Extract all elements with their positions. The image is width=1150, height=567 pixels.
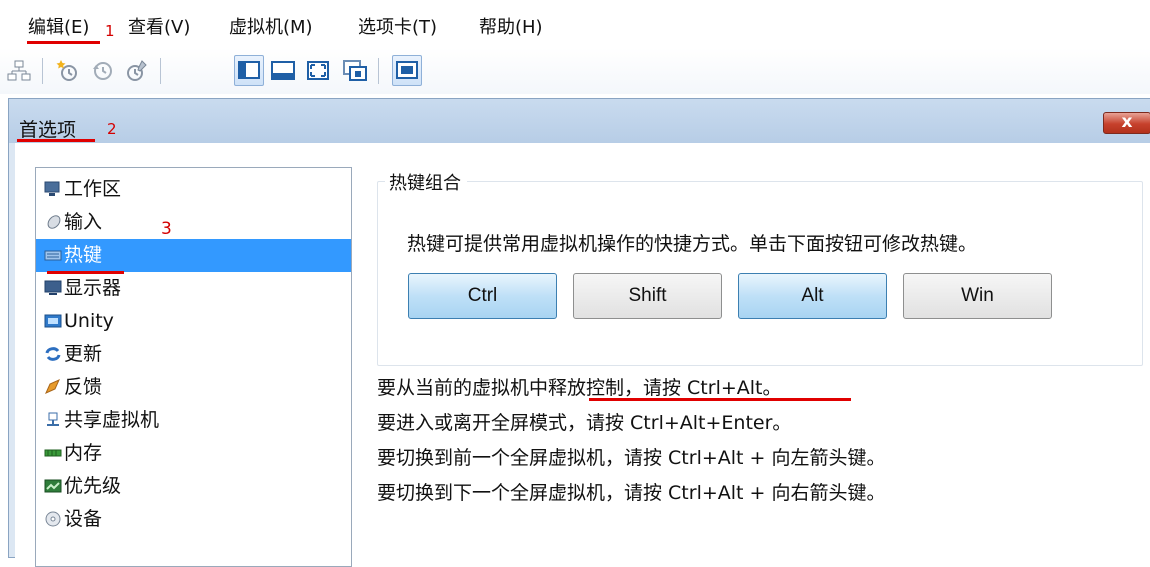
update-icon <box>45 347 61 361</box>
fit-window-icon[interactable] <box>305 58 331 84</box>
sidebar-item-hotkeys[interactable]: 热键 <box>36 239 351 272</box>
sidebar-item-label: 更新 <box>64 343 103 365</box>
menu-bar: 编辑(E) 1 查看(V) 虚拟机(M) 选项卡(T) 帮助(H) <box>0 0 1150 48</box>
mouse-icon <box>47 215 61 229</box>
device-icon <box>45 511 61 527</box>
feedback-icon <box>45 379 60 394</box>
sidebar-item-label: 内存 <box>64 442 103 464</box>
sidebar-item-label: 反馈 <box>64 376 103 398</box>
sidebar-item-priority[interactable]: 优先级 <box>36 470 351 503</box>
thumbnail-view-icon <box>396 61 418 79</box>
network-icon[interactable] <box>6 58 32 84</box>
sidebar-item-memory[interactable]: 内存 <box>36 437 351 470</box>
sidebar-item-input[interactable]: 输入 <box>36 206 351 239</box>
menu-vm[interactable]: 虚拟机(M) <box>229 17 313 39</box>
snapshot-icon[interactable] <box>55 58 81 84</box>
hotkey-win-button[interactable]: Win <box>903 273 1052 319</box>
sidebar-item-label: 设备 <box>64 508 103 530</box>
annotation-3: 3 <box>161 219 172 239</box>
red-underline <box>47 271 124 274</box>
red-underline <box>17 139 95 142</box>
preferences-dialog: 首选项 2 x 工作区 输入 热键 显示器 Unity 更新 反馈 共享虚拟机 … <box>8 98 1150 567</box>
keyboard-icon <box>44 250 62 261</box>
unity-icon <box>44 314 62 328</box>
menu-view[interactable]: 查看(V) <box>128 17 190 39</box>
sidebar-item-devices[interactable]: 设备 <box>36 503 351 536</box>
menu-help[interactable]: 帮助(H) <box>479 17 543 39</box>
toolbar-separator <box>42 58 43 84</box>
menu-tabs[interactable]: 选项卡(T) <box>358 17 437 39</box>
dialog-content: 工作区 输入 热键 显示器 Unity 更新 反馈 共享虚拟机 内存 优先级 设… <box>15 143 1150 567</box>
sidebar-item-display[interactable]: 显示器 <box>36 272 351 305</box>
preferences-nav-list: 工作区 输入 热键 显示器 Unity 更新 反馈 共享虚拟机 内存 优先级 设… <box>35 167 352 567</box>
dialog-titlebar: 首选项 2 x <box>9 99 1150 143</box>
manage-snapshots-icon[interactable] <box>124 58 150 84</box>
sidebar-item-shared-vms[interactable]: 共享虚拟机 <box>36 404 351 437</box>
sidebar-item-unity[interactable]: Unity <box>36 305 351 338</box>
monitor-icon <box>44 280 62 295</box>
dialog-title: 首选项 <box>19 119 77 141</box>
info-fullscreen-toggle: 要进入或离开全屏模式，请按 Ctrl+Alt+Enter。 <box>377 412 792 434</box>
sidebar-item-label: 显示器 <box>64 277 122 299</box>
annotation-2: 2 <box>107 120 117 138</box>
info-release-control: 要从当前的虚拟机中释放控制，请按 Ctrl+Alt。 <box>377 377 782 399</box>
memory-icon <box>44 449 62 457</box>
console-view-icon <box>238 61 260 79</box>
shared-vm-icon <box>47 412 59 426</box>
toolbar-separator <box>378 58 379 84</box>
close-icon: x <box>1121 112 1133 132</box>
hotkey-description: 热键可提供常用虚拟机操作的快捷方式。单击下面按钮可修改热键。 <box>407 233 978 255</box>
revert-snapshot-icon[interactable] <box>90 58 116 84</box>
info-previous-vm: 要切换到前一个全屏虚拟机，请按 Ctrl+Alt + 向左箭头键。 <box>377 447 886 469</box>
annotation-1: 1 <box>105 22 115 40</box>
sidebar-item-label: 工作区 <box>64 178 122 200</box>
hotkey-ctrl-button[interactable]: Ctrl <box>408 273 557 319</box>
hotkey-alt-button[interactable]: Alt <box>738 273 887 319</box>
sidebar-item-feedback[interactable]: 反馈 <box>36 371 351 404</box>
thumbnail-view-button[interactable] <box>392 55 422 86</box>
sidebar-item-workspace[interactable]: 工作区 <box>36 173 351 206</box>
close-button[interactable]: x <box>1103 112 1150 134</box>
workspace-icon <box>44 181 60 196</box>
toolbar <box>0 48 1150 94</box>
hotkey-shift-button[interactable]: Shift <box>573 273 722 319</box>
toolbar-separator <box>160 58 161 84</box>
sidebar-item-update[interactable]: 更新 <box>36 338 351 371</box>
info-next-vm: 要切换到下一个全屏虚拟机，请按 Ctrl+Alt + 向右箭头键。 <box>377 482 886 504</box>
sidebar-item-label: 共享虚拟机 <box>64 409 160 431</box>
red-underline <box>27 41 100 44</box>
sidebar-item-label: 输入 <box>64 211 103 233</box>
sidebar-item-label: 热键 <box>64 244 103 266</box>
unity-mode-icon[interactable] <box>342 58 368 84</box>
console-view-button[interactable] <box>234 55 264 86</box>
hotkey-group-title: 热键组合 <box>385 169 467 195</box>
sidebar-item-label: Unity <box>64 310 114 332</box>
fullscreen-icon[interactable] <box>270 58 296 84</box>
priority-icon <box>44 479 62 493</box>
red-underline <box>589 398 851 401</box>
sidebar-item-label: 优先级 <box>64 475 122 497</box>
menu-edit[interactable]: 编辑(E) <box>28 17 89 39</box>
